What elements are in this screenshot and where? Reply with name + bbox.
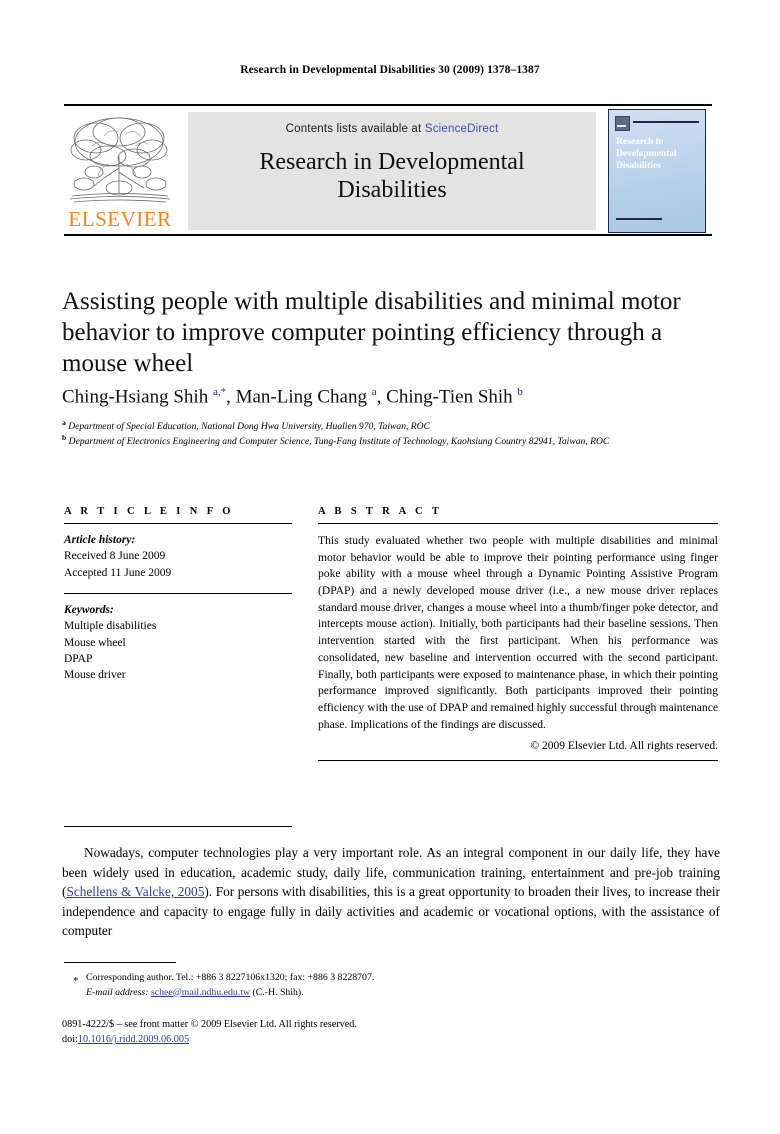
article-info-column: A R T I C L E I N F O Article history: R… (64, 506, 292, 684)
keyword-item: Multiple disabilities (64, 620, 157, 633)
keywords-label: Keywords: (64, 603, 114, 616)
journal-banner: Contents lists available at ScienceDirec… (188, 112, 596, 230)
abstract-bottom-rule (318, 760, 718, 762)
contents-available-line: Contents lists available at ScienceDirec… (188, 112, 596, 135)
imprint-block: 0891-4222/$ – see front matter © 2009 El… (62, 1017, 682, 1048)
keyword-item: Mouse wheel (64, 636, 126, 649)
journal-title-line2: Disabilities (337, 176, 447, 203)
abstract-copyright: © 2009 Elsevier Ltd. All rights reserved… (530, 740, 718, 753)
paper-title: Assisting people with multiple disabilit… (62, 288, 681, 377)
imprint-front-matter: 0891-4222/$ – see front matter © 2009 El… (62, 1019, 357, 1030)
article-info-rule (64, 523, 292, 524)
article-info-separator (64, 592, 292, 594)
sciencedirect-link[interactable]: ScienceDirect (425, 123, 499, 135)
paper-page: Research in Developmental Disabilities 3… (0, 0, 780, 1134)
abstract-top-rule (318, 523, 718, 524)
author-email-link[interactable]: schee@mail.ndhu.edu.tw (151, 987, 250, 998)
journal-title: Research in Developmental Disabilities (188, 149, 596, 205)
footnote-corresponding-line: Corresponding author. Tel.: +886 3 82271… (86, 972, 375, 983)
footnote-rule (64, 962, 176, 963)
article-info-bottom-rule (64, 826, 292, 827)
author-list: Ching-Hsiang Shih a,*, Man-Ling Chang a,… (62, 386, 523, 408)
corresponding-author-footnote: * Corresponding author. Tel.: +886 3 822… (64, 971, 684, 1000)
footnote-email-line: E-mail address: schee@mail.ndhu.edu.tw (… (86, 986, 684, 1001)
running-head: Research in Developmental Disabilities 3… (240, 64, 540, 76)
introduction-paragraph: Nowadays, computer technologies play a v… (62, 845, 720, 939)
journal-masthead: ELSEVIER Contents lists available at Sci… (64, 104, 712, 236)
keywords-group: Keywords: Multiple disabilities Mouse wh… (64, 602, 292, 684)
citation-link[interactable]: Schellens & Valcke, 2005 (66, 884, 204, 899)
masthead-bottom-rule (64, 234, 712, 236)
cover-top-rule (633, 121, 699, 123)
elsevier-tree-icon (69, 117, 171, 203)
footnote-body: Corresponding author. Tel.: +886 3 82271… (64, 971, 684, 1000)
imprint-doi-line: doi:10.1016/j.ridd.2009.06.005 (62, 1032, 682, 1047)
doi-label: doi: (62, 1034, 78, 1046)
email-label: E-mail address: (86, 986, 149, 998)
history-item: Received 8 June 2009 (64, 550, 166, 563)
abstract-heading: A B S T R A C T (318, 506, 443, 517)
article-history-label: Article history: (64, 534, 136, 546)
email-suffix: (C.-H. Shih). (250, 986, 304, 998)
journal-title-line1: Research in Developmental (259, 149, 525, 175)
affiliation-a-text: Department of Special Education, Nationa… (68, 421, 430, 433)
affiliation-a: a Department of Special Education, Natio… (62, 418, 430, 433)
masthead-top-rule (64, 104, 712, 106)
elsevier-logo: ELSEVIER (64, 112, 176, 230)
article-history-group: Article history: Received 8 June 2009 Ac… (64, 532, 292, 581)
journal-cover-thumbnail: Research in Developmental Disabilities (608, 109, 706, 233)
cover-bottom-rule (616, 217, 662, 220)
keyword-item: DPAP (64, 652, 93, 665)
footnote-marker: * (73, 975, 79, 987)
elsevier-wordmark: ELSEVIER (68, 207, 172, 231)
history-item: Accepted 11 June 2009 (64, 566, 172, 579)
doi-link[interactable]: 10.1016/j.ridd.2009.06.005 (78, 1034, 189, 1045)
affiliations: a Department of Special Education, Natio… (62, 418, 717, 449)
abstract-column: A B S T R A C T This study evaluated whe… (318, 506, 718, 762)
keyword-item: Mouse driver (64, 669, 126, 682)
cover-publisher-icon (615, 116, 630, 131)
affiliation-b-text: Department of Electronics Engineering an… (68, 436, 610, 448)
article-info-heading: A R T I C L E I N F O (64, 506, 234, 517)
contents-prefix: Contents lists available at (285, 123, 425, 135)
cover-title-text: Research in Developmental Disabilities (616, 137, 677, 172)
affiliation-b: b Department of Electronics Engineering … (62, 433, 610, 448)
abstract-text: This study evaluated whether two people … (318, 534, 718, 731)
